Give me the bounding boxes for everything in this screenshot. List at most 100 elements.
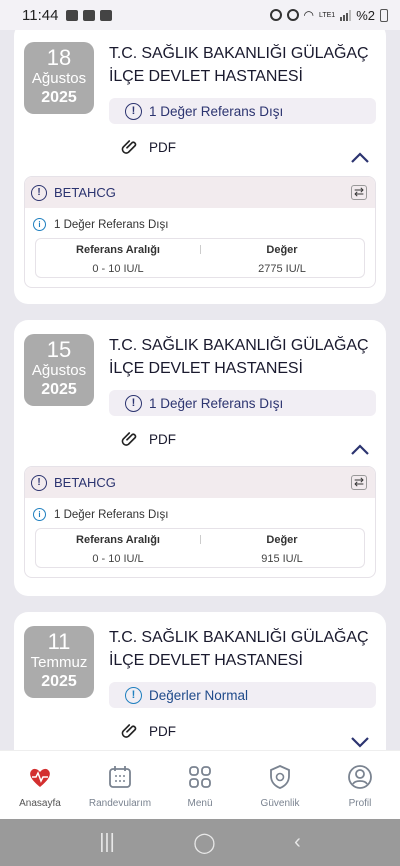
test-note-text: 1 Değer Referans Dışı <box>54 508 169 521</box>
date-box: 15 Ağustos 2025 <box>24 334 94 406</box>
signal-icon <box>340 9 352 21</box>
folder-notification-icon <box>83 9 96 21</box>
paperclip-icon <box>121 140 137 154</box>
nav-label: Güvenlik <box>260 798 300 809</box>
reference-table: Referans Aralığı 0 - 10 IU/L Değer 2775 … <box>35 238 365 278</box>
nav-label: Menü <box>187 798 213 809</box>
result-status-text: 1 Değer Referans Dışı <box>149 395 284 411</box>
test-note: i 1 Değer Referans Dışı <box>25 208 375 234</box>
nav-item-security[interactable]: Güvenlik <box>240 751 320 819</box>
test-note-text: 1 Değer Referans Dışı <box>54 218 169 231</box>
warning-icon: ! <box>31 184 47 201</box>
reference-value: 0 - 10 IU/L <box>92 553 144 565</box>
date-year: 2025 <box>41 89 77 106</box>
date-month: Ağustos <box>31 362 87 379</box>
status-bar: 11:44 ◠ LTE1 %2 <box>0 0 400 30</box>
reference-column: Referans Aralığı 0 - 10 IU/L <box>36 239 200 277</box>
date-year: 2025 <box>41 381 77 398</box>
pdf-button[interactable]: PDF <box>121 722 176 740</box>
reference-column: Referans Aralığı 0 - 10 IU/L <box>36 529 200 567</box>
date-month: Ağustos <box>31 70 87 87</box>
date-box: 11 Temmuz 2025 <box>24 626 94 698</box>
chevron-up-icon[interactable] <box>350 152 370 164</box>
info-icon: ! <box>125 394 142 412</box>
compare-icon[interactable]: ⇄ <box>350 185 367 200</box>
test-result: ! BETAHCG ⇄ i 1 Değer Referans Dışı Refe… <box>24 176 376 288</box>
bottom-navigation: Anasayfa Randevularım Menü Güvenlik Prof… <box>0 750 400 819</box>
info-icon: i <box>33 218 46 231</box>
value-column: Değer 2775 IU/L <box>200 239 364 277</box>
test-result: ! BETAHCG ⇄ i 1 Değer Referans Dışı Refe… <box>24 466 376 578</box>
info-icon: i <box>33 508 46 521</box>
nav-item-menu[interactable]: Menü <box>160 751 240 819</box>
test-name: BETAHCG <box>54 475 116 490</box>
gallery-notification-icon <box>66 9 79 21</box>
pdf-button[interactable]: PDF <box>121 138 176 156</box>
result-card[interactable]: 18 Ağustos 2025 T.C. SAĞLIK BAKANLIĞI GÜ… <box>14 30 386 304</box>
value-column: Değer 915 IU/L <box>200 529 364 567</box>
test-header: ! BETAHCG ⇄ <box>25 467 375 498</box>
warning-icon: ! <box>31 474 47 491</box>
result-status: ! 1 Değer Referans Dışı <box>109 98 376 124</box>
value-header: Değer <box>266 534 298 546</box>
recent-apps-icon[interactable]: ||| <box>99 831 115 854</box>
heart-logo-icon <box>30 768 50 787</box>
test-name: BETAHCG <box>54 185 116 200</box>
system-navigation-bar: ||| ◯ ‹ <box>0 819 400 866</box>
nav-item-home[interactable]: Anasayfa <box>0 751 80 819</box>
test-value: 2775 IU/L <box>258 263 306 275</box>
nav-label: Anasayfa <box>19 798 61 809</box>
user-icon <box>348 765 372 789</box>
reference-table: Referans Aralığı 0 - 10 IU/L Değer 915 I… <box>35 528 365 568</box>
paperclip-icon <box>121 724 137 738</box>
pdf-label: PDF <box>149 431 176 447</box>
date-day: 15 <box>46 337 72 362</box>
chevron-up-icon[interactable] <box>350 444 370 456</box>
pdf-label: PDF <box>149 139 176 155</box>
info-icon: ! <box>125 686 142 704</box>
calendar-icon <box>109 766 131 788</box>
result-status: ! Değerler Normal <box>109 682 376 708</box>
alarm-icon <box>269 9 282 21</box>
info-icon: ! <box>125 102 142 120</box>
reference-value: 0 - 10 IU/L <box>92 263 144 275</box>
value-header: Değer <box>266 244 298 256</box>
result-status-text: 1 Değer Referans Dışı <box>149 103 284 119</box>
back-icon[interactable]: ‹ <box>294 831 301 854</box>
battery-icon <box>380 8 388 22</box>
battery-percent: %2 <box>356 7 375 23</box>
paperclip-icon <box>121 432 137 446</box>
result-card[interactable]: 15 Ağustos 2025 T.C. SAĞLIK BAKANLIĞI GÜ… <box>14 320 386 596</box>
date-day: 18 <box>46 45 72 70</box>
home-icon[interactable]: ◯ <box>193 830 215 855</box>
date-day: 11 <box>47 629 71 654</box>
clock-icon <box>286 9 299 21</box>
pdf-label: PDF <box>149 723 176 739</box>
column-divider <box>200 245 201 254</box>
status-time: 11:44 <box>22 6 59 24</box>
test-header: ! BETAHCG ⇄ <box>25 177 375 208</box>
network-label: LTE1 <box>318 11 336 19</box>
nav-label: Randevularım <box>88 798 152 809</box>
chevron-down-icon[interactable] <box>350 736 370 748</box>
nav-item-appointments[interactable]: Randevularım <box>80 751 160 819</box>
results-list[interactable]: 18 Ağustos 2025 T.C. SAĞLIK BAKANLIĞI GÜ… <box>0 30 400 750</box>
pdf-notification-icon <box>100 9 113 21</box>
result-card[interactable]: 11 Temmuz 2025 T.C. SAĞLIK BAKANLIĞI GÜL… <box>14 612 386 750</box>
grid-icon <box>189 766 211 788</box>
hospital-name: T.C. SAĞLIK BAKANLIĞI GÜLAĞAÇ İLÇE DEVLE… <box>109 629 369 669</box>
date-month: Temmuz <box>30 654 88 671</box>
shield-gear-icon <box>270 765 290 789</box>
date-year: 2025 <box>41 673 77 690</box>
reference-header: Referans Aralığı <box>76 244 160 256</box>
pdf-button[interactable]: PDF <box>121 430 176 448</box>
reference-header: Referans Aralığı <box>76 534 160 546</box>
hospital-name: T.C. SAĞLIK BAKANLIĞI GÜLAĞAÇ İLÇE DEVLE… <box>109 45 369 85</box>
compare-icon[interactable]: ⇄ <box>350 475 367 490</box>
result-status: ! 1 Değer Referans Dışı <box>109 390 376 416</box>
date-box: 18 Ağustos 2025 <box>24 42 94 114</box>
column-divider <box>200 535 201 544</box>
result-status-text: Değerler Normal <box>149 687 249 703</box>
test-value: 915 IU/L <box>261 553 303 565</box>
nav-item-profile[interactable]: Profil <box>320 751 400 819</box>
